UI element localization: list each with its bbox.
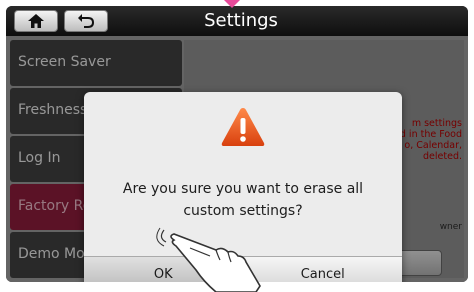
back-arrow-icon (78, 14, 95, 28)
cancel-button[interactable]: Cancel (243, 257, 402, 282)
warning-icon (221, 108, 265, 146)
home-button[interactable] (14, 10, 58, 32)
dialog-message: Are you sure you want to erase all custo… (122, 181, 364, 219)
back-button[interactable] (64, 10, 108, 32)
page-title: Settings (204, 10, 278, 31)
home-icon (28, 14, 44, 28)
title-bar: Settings (6, 6, 468, 36)
title-pointer-icon (222, 0, 242, 8)
tap-hand-icon (156, 227, 261, 292)
